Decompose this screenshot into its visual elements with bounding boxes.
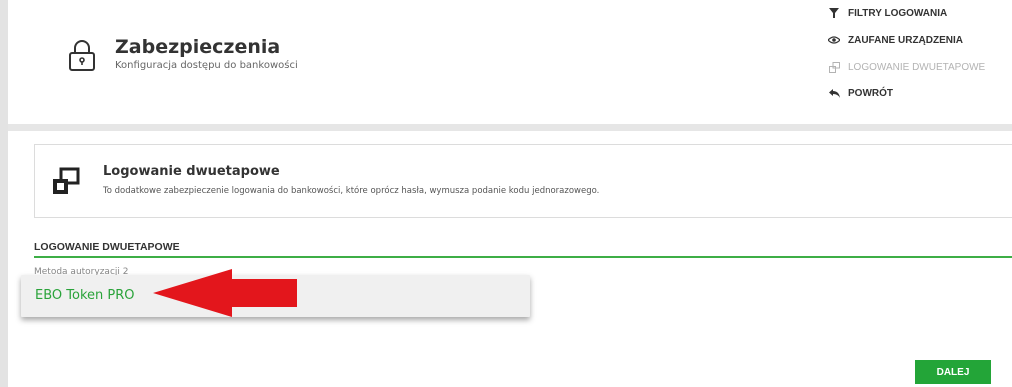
next-button[interactable]: DALEJ: [915, 360, 991, 384]
card-title: Logowanie dwuetapowe: [103, 164, 280, 179]
menu-item-login-filters[interactable]: FILTRY LOGOWANIA: [828, 7, 947, 19]
two-step-icon: [53, 167, 80, 194]
card-description: To dodatkowe zabezpieczenie logowania do…: [103, 186, 600, 196]
lock-icon: [69, 40, 95, 71]
dropdown-option-ebo-token-pro[interactable]: EBO Token PRO: [35, 288, 135, 303]
menu-item-label: FILTRY LOGOWANIA: [848, 7, 948, 19]
menu-item-two-step-login[interactable]: LOGOWANIE DWUETAPOWE: [828, 61, 985, 73]
back-arrow-icon: [828, 87, 840, 99]
filter-icon: [828, 7, 840, 19]
two-step-icon: [828, 61, 840, 73]
red-arrow-annotation: [153, 269, 297, 317]
left-rail: [0, 0, 8, 387]
info-card: Logowanie dwuetapowe To dodatkowe zabezp…: [34, 144, 1012, 218]
menu-item-back[interactable]: POWRÓT: [828, 87, 893, 99]
menu-item-trusted-devices[interactable]: ZAUFANE URZĄDZENIA: [828, 34, 963, 46]
page-title: Zabezpieczenia: [115, 36, 281, 58]
menu-item-label: ZAUFANE URZĄDZENIA: [848, 34, 963, 46]
eye-icon: [828, 34, 840, 46]
menu-item-label: POWRÓT: [848, 87, 893, 99]
header-divider: [8, 124, 1012, 131]
section-divider: [34, 256, 1012, 258]
menu-item-label: LOGOWANIE DWUETAPOWE: [848, 61, 986, 73]
page-subtitle: Konfiguracja dostępu do bankowości: [115, 60, 298, 71]
section-heading: LOGOWANIE DWUETAPOWE: [34, 241, 180, 253]
